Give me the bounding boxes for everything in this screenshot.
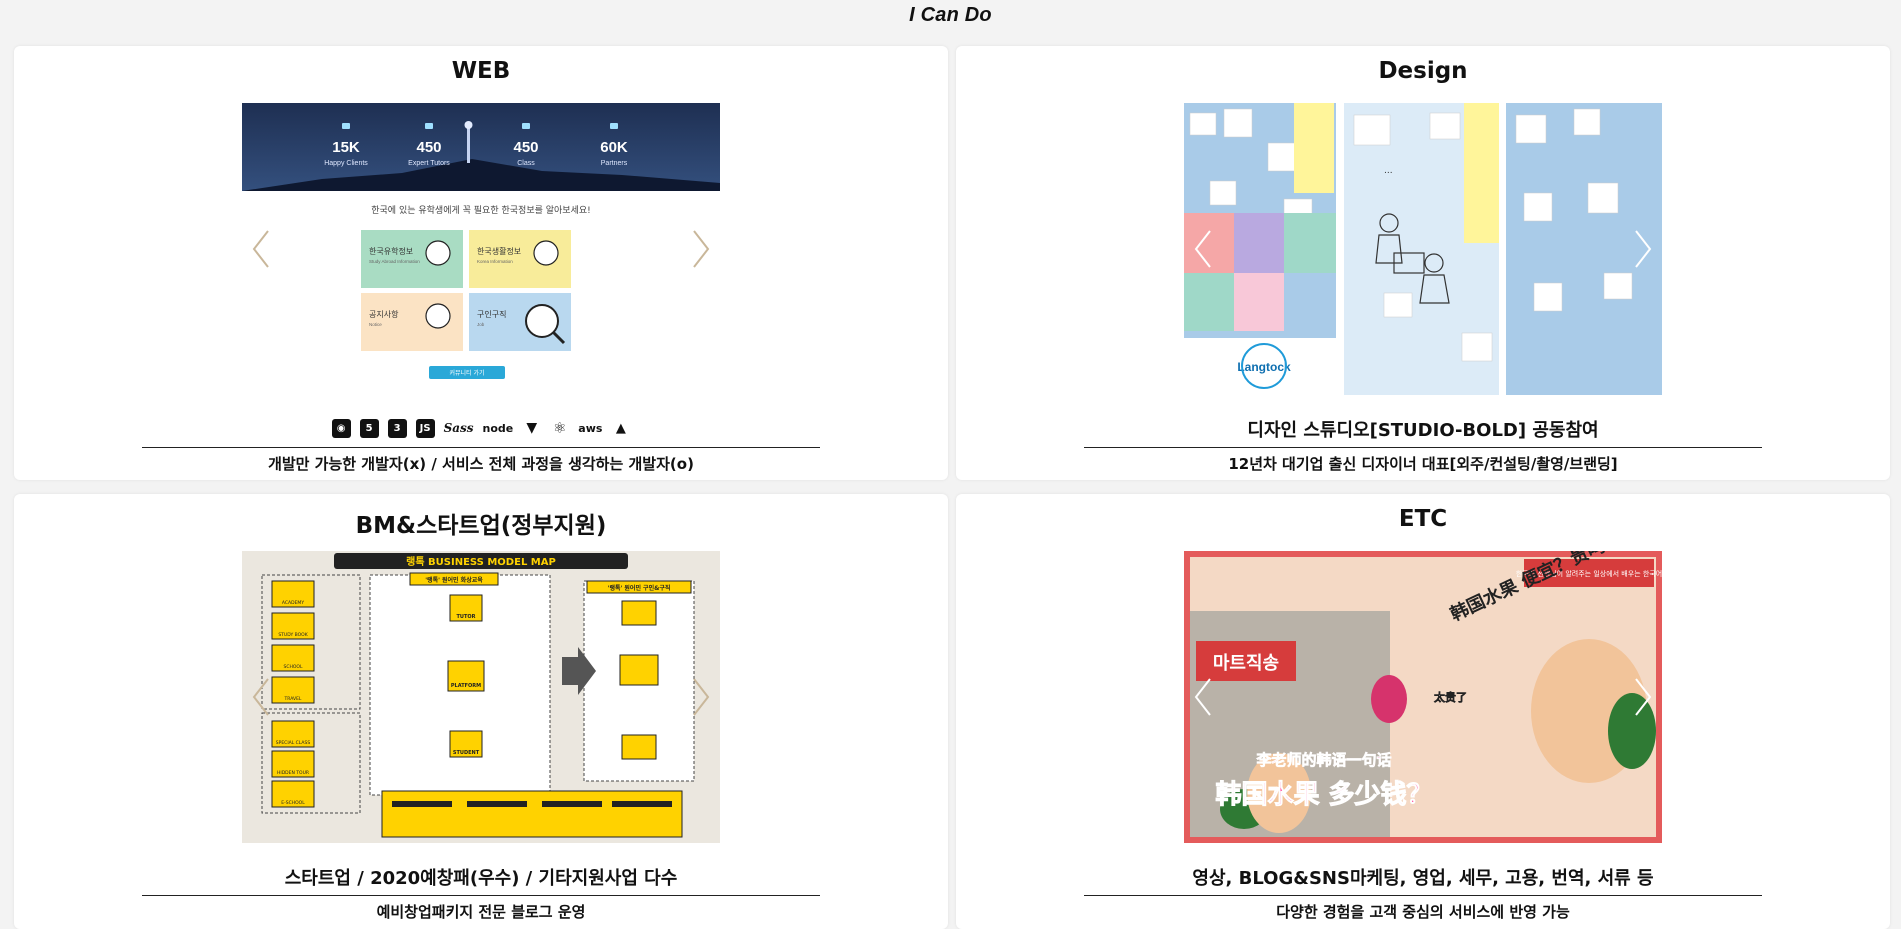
stat-value: 450	[416, 139, 441, 156]
stat-value: 60K	[600, 139, 628, 156]
card-bm-title: BM&스타트업(정부지원)	[355, 513, 607, 539]
card-bm-description: 예비창업패키지 전문 블로그 운영	[376, 903, 586, 921]
chevron-left-icon	[252, 678, 269, 716]
tile-sub: Korea Information	[477, 259, 513, 264]
react-icon: ⚛	[553, 419, 567, 437]
design-logo-text: Langtock	[1237, 360, 1291, 374]
nodejs-icon: node	[482, 421, 514, 435]
etc-headline-big: 韩国水果 多少钱？	[1215, 780, 1432, 810]
card-design: Design Langtock ... 디자인 스튜디오[STUDIO-BOLD…	[956, 46, 1890, 480]
card-etc: ETC 마트직송 한국어 선생님이 알려주는 일상에서 배우는 한국어 韩国水果…	[956, 494, 1890, 929]
chevron-right-icon	[693, 678, 710, 716]
tile-label: 공지사항	[369, 310, 399, 319]
tile-label: 한국생활정보	[477, 246, 521, 256]
card-design-description: 12년차 대기업 출신 디자이너 대표[외주/컨설팅/촬영/브랜딩]	[1228, 455, 1618, 473]
etc-bubble-side: 太贵了	[1433, 690, 1467, 704]
svg-text:...: ...	[1384, 166, 1393, 176]
bm-left-item: STUDY BOOK	[278, 632, 308, 638]
card-web-title: WEB	[451, 58, 511, 84]
aws-icon: aws	[578, 421, 603, 435]
divider	[1084, 447, 1762, 448]
stat-value: 450	[513, 139, 538, 156]
sass-icon: Sass	[443, 421, 474, 435]
css3-icon: 3	[387, 418, 407, 438]
tech-stack-icons: ◉ 5 3 JS Sass node ▼ ⚛ aws ▲	[14, 417, 948, 439]
vue-icon: ▼	[526, 420, 538, 436]
carousel-next-button[interactable]	[690, 229, 712, 269]
chevron-left-icon	[252, 230, 269, 268]
card-etc-description: 다양한 경험을 고객 중심의 서비스에 반영 가능	[1276, 903, 1570, 921]
bm-left-item: ACADEMY	[282, 600, 304, 606]
chevron-right-icon	[1635, 230, 1652, 268]
carousel-next-button[interactable]	[1632, 677, 1654, 717]
bm-carousel[interactable]: 랭톡 BUSINESS MODEL MAP ACADEMY STUDY BOOK…	[242, 551, 720, 843]
chevron-right-icon	[693, 230, 710, 268]
card-etc-caption: 영상, BLOG&SNS마케팅, 영업, 세무, 고용, 번역, 서류 등	[1192, 868, 1654, 889]
stat-label: Partners	[601, 160, 628, 167]
stat-label: Class	[517, 160, 535, 167]
bm-left-item: SCHOOL	[284, 664, 303, 670]
divider	[1084, 895, 1762, 896]
chevron-left-icon	[1194, 230, 1211, 268]
carousel-next-button[interactable]	[690, 677, 712, 717]
tile-label: 구인구직	[477, 309, 506, 319]
card-bm-caption: 스타트업 / 2020예창패(우수) / 기타지원사업 다수	[284, 868, 678, 889]
github-icon: ◉	[331, 418, 351, 438]
stat-label: Expert Tutors	[408, 160, 450, 167]
javascript-icon: JS	[415, 418, 435, 438]
chevron-left-icon	[1194, 678, 1211, 716]
etc-preview-image: 마트직송 한국어 선생님이 알려주는 일상에서 배우는 한국어 韩国水果 便宜？…	[1184, 551, 1662, 843]
carousel-prev-button[interactable]	[1192, 677, 1214, 717]
etc-carousel[interactable]: 마트직송 한국어 선생님이 알려주는 일상에서 배우는 한국어 韩国水果 便宜？…	[1184, 551, 1662, 843]
bm-node: STUDENT	[453, 750, 480, 756]
card-design-title: Design	[1378, 58, 1468, 84]
stat-value: 15K	[332, 139, 360, 156]
tile-label: 한국유학정보	[369, 246, 413, 256]
card-web: WEB 15K 450 450 60K Happy Clients Expert…	[14, 46, 948, 480]
page-title: I Can Do	[909, 4, 992, 26]
tile-sub: Study Abroad Information	[369, 259, 420, 264]
tile-sub: Job	[477, 322, 485, 327]
card-bm: BM&스타트업(정부지원) 랭톡 BUSINESS MODEL MAP ACAD…	[14, 494, 948, 929]
chevron-right-icon	[1635, 678, 1652, 716]
card-etc-title: ETC	[1398, 506, 1448, 532]
bm-node: PLATFORM	[451, 683, 481, 689]
etc-store-sign: 마트직송	[1213, 653, 1279, 674]
web-preview-headline: 한국에 있는 유학생에게 꼭 필요한 한국정보를 알아보세요!	[371, 204, 591, 216]
firebase-icon: ▲	[615, 420, 626, 436]
design-carousel[interactable]: Langtock ...	[1184, 103, 1662, 395]
bm-node: TUTOR	[457, 614, 476, 620]
web-carousel[interactable]: 15K 450 450 60K Happy Clients Expert Tut…	[242, 103, 720, 395]
html5-icon: 5	[359, 418, 379, 438]
card-design-caption: 디자인 스튜디오[STUDIO-BOLD] 공동참여	[1247, 420, 1599, 441]
web-preview-image: 15K 450 450 60K Happy Clients Expert Tut…	[242, 103, 720, 395]
divider	[142, 895, 820, 896]
design-preview-image: Langtock ...	[1184, 103, 1662, 395]
carousel-prev-button[interactable]	[250, 677, 272, 717]
etc-headline-small: 李老师的韩语一句话	[1255, 751, 1391, 769]
carousel-prev-button[interactable]	[250, 229, 272, 269]
bm-center-top: '랭톡' 원어민 화상교육	[425, 576, 483, 584]
bm-left-item: E-SCHOOL	[281, 800, 305, 806]
bm-map-title: 랭톡 BUSINESS MODEL MAP	[406, 555, 556, 568]
carousel-prev-button[interactable]	[1192, 229, 1214, 269]
carousel-next-button[interactable]	[1632, 229, 1654, 269]
stat-label: Happy Clients	[324, 160, 368, 167]
divider	[142, 447, 820, 448]
card-web-description: 개발만 가능한 개발자(x) / 서비스 전체 과정을 생각하는 개발자(o)	[268, 455, 694, 473]
tile-sub: Notice	[369, 322, 382, 327]
bm-right-top: '랭톡' 원어민 구인&구직	[608, 584, 671, 592]
web-preview-button: 커뮤니티 가기	[449, 369, 484, 377]
bm-left-item: TRAVEL	[284, 696, 302, 702]
bm-left-item: HIDDEN TOUR	[277, 770, 309, 776]
bm-left-item: SPECIAL CLASS	[276, 740, 311, 746]
bm-preview-image: 랭톡 BUSINESS MODEL MAP ACADEMY STUDY BOOK…	[242, 551, 720, 843]
